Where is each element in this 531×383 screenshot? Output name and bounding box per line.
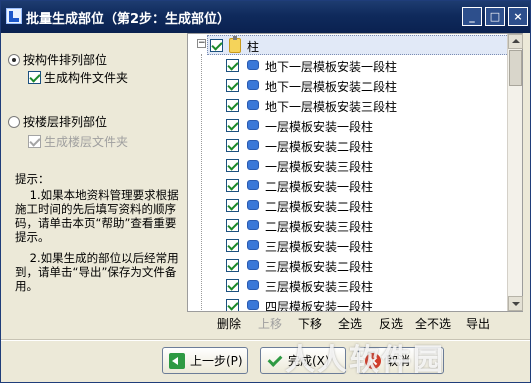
tree-item-label: 二层模板安装一段柱 [265, 180, 374, 194]
back-arrow-icon [169, 352, 185, 369]
component-node-icon [247, 180, 259, 190]
radio-by-floor-label: 按楼层排列部位 [23, 115, 108, 129]
watermark-logo: 人人软件园 [285, 343, 445, 378]
export-button[interactable]: 导出 [466, 315, 490, 332]
tree-item-checkbox[interactable] [226, 159, 239, 172]
tree-item[interactable]: 二层模板安装二段柱 [188, 195, 510, 215]
tree-root-checkbox[interactable] [210, 39, 223, 52]
tree-item-label: 地下一层模板安装一段柱 [265, 60, 398, 74]
tree-item-label: 三层模板安装三段柱 [265, 280, 374, 294]
scroll-down-arrow-icon[interactable] [508, 296, 523, 311]
tree-item[interactable]: 地下一层模板安装一段柱 [188, 55, 510, 75]
tree-item-label: 四层模板安装一段柱 [265, 300, 374, 312]
title-bar[interactable]: 批量生成部位（第2步：生成部位） _ □ × [1, 1, 530, 33]
prev-step-button[interactable]: 上一步(P) [162, 347, 248, 374]
radio-by-floor-indicator[interactable] [8, 115, 20, 128]
radio-by-component[interactable]: 按构件排列部位 [8, 51, 107, 68]
tree-expand-toggle[interactable]: − [197, 39, 206, 48]
tree-item[interactable]: 二层模板安装一段柱 [188, 175, 510, 195]
tree-item[interactable]: 二层模板安装三段柱 [188, 215, 510, 235]
tree-item-label: 二层模板安装三段柱 [265, 220, 374, 234]
tree-item-label: 二层模板安装二段柱 [265, 200, 374, 214]
scroll-thumb[interactable] [509, 50, 522, 86]
component-node-icon [247, 300, 259, 310]
tip-item-2: 2.如果生成的部位以后经常用到，请单击“导出”保存为文件备用。 [15, 251, 179, 293]
component-node-icon [247, 80, 259, 90]
tree-item[interactable]: 地下一层模板安装三段柱 [188, 95, 510, 115]
window-title: 批量生成部位（第2步：生成部位） [26, 12, 231, 27]
checkbox-component-folder[interactable]: 生成构件文件夹 [28, 69, 128, 86]
tree-item-label: 一层模板安装三段柱 [265, 160, 374, 174]
component-node-icon [247, 260, 259, 270]
component-node-icon [247, 280, 259, 290]
tree-item-checkbox[interactable] [226, 259, 239, 272]
tips-panel: 提示： 1.如果本地资料管理要求根据施工时间的先后填写资料的顺序码，请单击本页“… [15, 172, 187, 293]
delete-button[interactable]: 删除 [217, 315, 241, 332]
move-down-button[interactable]: 下移 [298, 315, 322, 332]
prev-step-label: 上一步(P) [190, 354, 243, 368]
select-all-button[interactable]: 全选 [338, 315, 362, 332]
checkbox-floor-folder: 生成楼层文件夹 [28, 133, 128, 150]
component-node-icon [247, 120, 259, 130]
radio-by-floor[interactable]: 按楼层排列部位 [8, 113, 107, 130]
tree-item-label: 地下一层模板安装三段柱 [265, 100, 398, 114]
tree-item-checkbox[interactable] [226, 139, 239, 152]
tip-item-1: 1.如果本地资料管理要求根据施工时间的先后填写资料的顺序码，请单击本页“帮助”查… [15, 188, 179, 244]
tree-item[interactable]: 四层模板安装一段柱 [188, 295, 510, 312]
tree-item[interactable]: 一层模板安装三段柱 [188, 155, 510, 175]
maximize-button[interactable]: □ [485, 7, 505, 26]
checkmark-icon [267, 353, 283, 369]
close-button[interactable]: × [508, 7, 528, 26]
tree-item-checkbox[interactable] [226, 299, 239, 311]
tree-item-checkbox[interactable] [226, 199, 239, 212]
parts-tree[interactable]: − 柱 地下一层模板安装一段柱 地下一层模板安装二段柱 地下一层模板安装三段柱 一层模… [187, 33, 523, 312]
radio-by-component-indicator[interactable] [8, 53, 20, 66]
checkbox-floor-folder-box [28, 135, 41, 148]
checkbox-component-folder-label: 生成构件文件夹 [44, 71, 129, 85]
tree-item-label: 地下一层模板安装二段柱 [265, 80, 398, 94]
tree-item-label: 三层模板安装二段柱 [265, 260, 374, 274]
app-icon [6, 8, 22, 24]
tree-item-label: 一层模板安装二段柱 [265, 140, 374, 154]
tree-item-checkbox[interactable] [226, 239, 239, 252]
tree-item-checkbox[interactable] [226, 119, 239, 132]
tree-item[interactable]: 一层模板安装一段柱 [188, 115, 510, 135]
tree-item[interactable]: 三层模板安装三段柱 [188, 275, 510, 295]
component-node-icon [247, 200, 259, 210]
tree-item-label: 三层模板安装一段柱 [265, 240, 374, 254]
component-node-icon [247, 240, 259, 250]
move-up-button: 上移 [258, 317, 283, 331]
scroll-up-arrow-icon[interactable] [508, 34, 523, 49]
tree-item-checkbox[interactable] [226, 279, 239, 292]
tree-scrollbar[interactable] [507, 34, 523, 311]
tree-item[interactable]: 三层模板安装二段柱 [188, 255, 510, 275]
tree-item-checkbox[interactable] [226, 99, 239, 112]
tree-item-label: 一层模板安装一段柱 [265, 120, 374, 134]
tree-item-checkbox[interactable] [226, 179, 239, 192]
component-node-icon [247, 220, 259, 230]
radio-by-component-label: 按构件排列部位 [23, 53, 108, 67]
component-node-icon [247, 60, 259, 70]
invert-selection-button[interactable]: 反选 [379, 315, 403, 332]
tree-item[interactable]: 三层模板安装一段柱 [188, 235, 510, 255]
component-node-icon [247, 140, 259, 150]
tree-item-checkbox[interactable] [226, 79, 239, 92]
tree-root-label: 柱 [247, 40, 260, 54]
footer-divider [1, 339, 530, 341]
select-none-button[interactable]: 全不选 [415, 315, 451, 332]
tree-item-checkbox[interactable] [226, 219, 239, 232]
minimize-button[interactable]: _ [462, 7, 482, 26]
batch-generate-dialog: 批量生成部位（第2步：生成部位） _ □ × 按构件排列部位 生成构件文件夹 按… [0, 0, 531, 383]
tree-root-node[interactable]: 柱 [207, 35, 521, 55]
tree-item-checkbox[interactable] [226, 59, 239, 72]
checkbox-floor-folder-label: 生成楼层文件夹 [44, 135, 129, 149]
tips-heading: 提示： [15, 172, 50, 186]
checkbox-component-folder-box[interactable] [28, 71, 41, 84]
tree-item[interactable]: 地下一层模板安装二段柱 [188, 75, 510, 95]
clipboard-icon [229, 36, 241, 53]
component-node-icon [247, 160, 259, 170]
tree-item[interactable]: 一层模板安装二段柱 [188, 135, 510, 155]
component-node-icon [247, 100, 259, 110]
